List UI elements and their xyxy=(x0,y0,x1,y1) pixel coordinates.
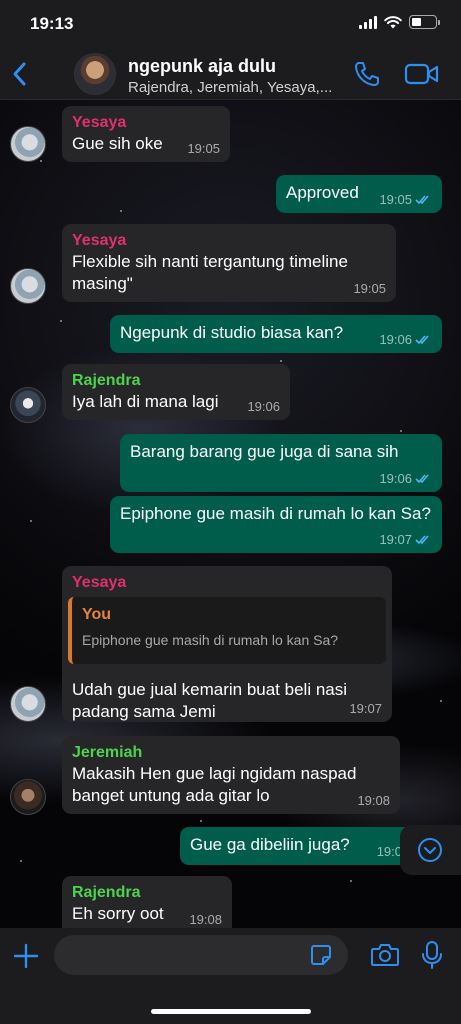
read-receipt-icon xyxy=(415,535,429,545)
video-camera-icon[interactable] xyxy=(404,62,440,86)
scroll-to-bottom-button[interactable] xyxy=(400,825,461,875)
message-incoming[interactable]: Rajendra Iya lah di mana lagi 19:06 xyxy=(62,364,290,420)
message-input[interactable] xyxy=(54,935,348,975)
message-time: 19:07 xyxy=(379,532,412,547)
message-outgoing[interactable]: Epiphone gue masih di rumah lo kan Sa? 1… xyxy=(110,496,442,553)
message-composer xyxy=(0,928,461,1024)
message-text: Flexible sih nanti tergantung timeline m… xyxy=(72,252,348,293)
sender-name: Rajendra xyxy=(72,372,141,389)
read-receipt-icon xyxy=(415,335,429,345)
group-title[interactable]: ngepunk aja dulu xyxy=(128,56,276,77)
message-time: 19:05 xyxy=(379,192,412,207)
message-time: 19:05 xyxy=(353,281,386,296)
quoted-message[interactable]: You Epiphone gue masih di rumah lo kan S… xyxy=(68,597,386,664)
message-outgoing[interactable]: Ngepunk di studio biasa kan? 19:06 xyxy=(110,315,442,353)
sender-name: Yesaya xyxy=(72,232,127,249)
phone-icon[interactable] xyxy=(353,60,381,88)
message-time: 19:08 xyxy=(189,912,222,927)
battery-icon xyxy=(409,15,440,29)
sticker-icon[interactable] xyxy=(310,944,332,966)
wifi-icon xyxy=(384,15,402,28)
sender-avatar-jeremiah[interactable] xyxy=(10,779,46,815)
microphone-icon[interactable] xyxy=(420,940,444,970)
message-time: 19:06 xyxy=(379,471,412,486)
message-outgoing[interactable]: Barang barang gue juga di sana sih 19:06 xyxy=(120,434,442,492)
status-bar: 19:13 xyxy=(0,0,461,48)
message-time: 19:05 xyxy=(187,141,220,156)
sender-name: Jeremiah xyxy=(72,744,143,761)
sender-name: Yesaya xyxy=(72,574,127,591)
sender-avatar-yesaya[interactable] xyxy=(10,686,46,722)
message-outgoing[interactable]: Approved 19:05 xyxy=(276,175,442,213)
sender-avatar-yesaya[interactable] xyxy=(10,268,46,304)
group-avatar[interactable] xyxy=(74,53,116,95)
sender-avatar-rajendra[interactable] xyxy=(10,387,46,423)
camera-icon[interactable] xyxy=(370,942,400,968)
message-incoming[interactable]: Yesaya Gue sih oke 19:05 xyxy=(62,106,230,162)
sender-name: Rajendra xyxy=(72,884,141,901)
plus-icon[interactable] xyxy=(12,942,40,970)
home-indicator xyxy=(151,1009,311,1014)
sender-name: Yesaya xyxy=(72,114,127,131)
message-incoming[interactable]: Rajendra Eh sorry oot 19:08 xyxy=(62,876,232,936)
message-time: 19:07 xyxy=(349,701,382,716)
message-text: Epiphone gue masih di rumah lo kan Sa? xyxy=(120,504,431,523)
message-time: 19:0 xyxy=(376,844,402,859)
sender-avatar-yesaya[interactable] xyxy=(10,126,46,162)
message-text: Barang barang gue juga di sana sih xyxy=(130,442,399,461)
message-text: Makasih Hen gue lagi ngidam naspad bange… xyxy=(72,764,357,805)
chevron-down-circle-icon xyxy=(418,838,442,862)
chat-header: ngepunk aja dulu Rajendra, Jeremiah, Yes… xyxy=(0,48,461,100)
read-receipt-icon xyxy=(415,474,429,484)
quote-text: Epiphone gue masih di rumah lo kan Sa? xyxy=(82,632,339,648)
quote-author: You xyxy=(82,606,112,623)
group-members[interactable]: Rajendra, Jeremiah, Yesaya,... xyxy=(128,79,332,96)
message-time: 19:08 xyxy=(357,793,390,808)
message-incoming[interactable]: Jeremiah Makasih Hen gue lagi ngidam nas… xyxy=(62,736,400,814)
message-text: Udah gue jual kemarin buat beli nasi pad… xyxy=(72,680,348,721)
message-incoming[interactable]: Yesaya Flexible sih nanti tergantung tim… xyxy=(62,224,396,302)
message-time: 19:06 xyxy=(247,399,280,414)
back-chevron-icon[interactable] xyxy=(10,60,30,88)
clock: 19:13 xyxy=(30,14,74,33)
message-time: 19:06 xyxy=(379,332,412,347)
read-receipt-icon xyxy=(415,195,429,205)
cellular-signal-icon xyxy=(359,15,377,29)
